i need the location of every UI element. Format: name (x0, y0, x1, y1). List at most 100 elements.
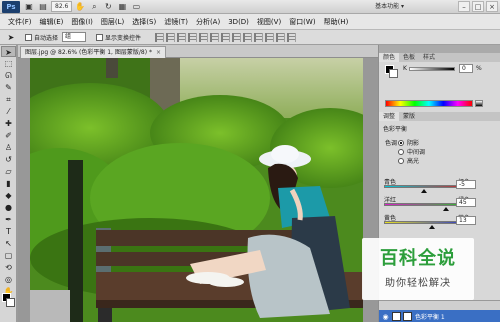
tone-shadows-option[interactable]: 阴影 (398, 138, 419, 147)
layer-mask-thumbnail[interactable] (403, 312, 412, 321)
eraser-tool-icon[interactable]: ▱ (1, 166, 16, 177)
distribute-bottom-icon[interactable] (243, 32, 253, 42)
maximize-button[interactable]: □ (472, 1, 484, 12)
align-buttons (155, 32, 298, 42)
path-selection-tool-icon[interactable]: ↖ (1, 238, 16, 249)
tab-adjustments[interactable]: 调整 (379, 112, 400, 121)
gradient-tool-icon[interactable]: ▮ (1, 178, 16, 189)
marquee-tool-icon[interactable]: ⬚ (1, 58, 16, 69)
magenta-green-thumb[interactable] (442, 207, 449, 211)
clone-stamp-tool-icon[interactable]: ♙ (1, 142, 16, 153)
align-top-icon[interactable] (155, 32, 165, 42)
watermark-title: 百科全说 (380, 248, 456, 269)
distribute-top-icon[interactable] (221, 32, 231, 42)
menu-window[interactable]: 窗口(W) (285, 17, 319, 27)
k-channel-value[interactable]: 0 (459, 64, 473, 73)
rotate-view-icon[interactable]: ↻ (102, 1, 114, 12)
tone-highlights-radio[interactable] (398, 157, 404, 164)
document-tab[interactable]: 图层.jpg @ 82.6% (色彩平衡 1, 图层蒙版/8) * × (20, 46, 166, 58)
lasso-tool-icon[interactable]: ᘏ (1, 70, 16, 81)
quick-select-tool-icon[interactable]: ✎ (1, 82, 16, 93)
hand-tool-icon[interactable]: ✋ (74, 1, 86, 12)
brush-tool-icon[interactable]: ✐ (1, 130, 16, 141)
bridge-icon[interactable]: ▣ (23, 1, 35, 12)
layer-row-color-balance[interactable]: ◉ 色彩平衡 1 (379, 310, 500, 322)
close-button[interactable]: × (486, 1, 498, 12)
cyan-red-thumb[interactable] (421, 189, 428, 193)
distribute-vcenter-icon[interactable] (232, 32, 242, 42)
menu-view[interactable]: 视图(V) (253, 17, 285, 27)
distribute-left-icon[interactable] (254, 32, 264, 42)
align-vcenter-icon[interactable] (166, 32, 176, 42)
menu-select[interactable]: 选择(S) (128, 17, 160, 27)
arrange-documents-icon[interactable]: ▦ (116, 1, 128, 12)
menu-analysis[interactable]: 分析(A) (192, 17, 224, 27)
3d-orbit-tool-icon[interactable]: ◎ (1, 274, 16, 285)
minimize-button[interactable]: – (458, 1, 470, 12)
distribute-hcenter-icon[interactable] (265, 32, 275, 42)
align-bottom-icon[interactable] (177, 32, 187, 42)
show-transform-checkbox[interactable] (96, 33, 104, 41)
healing-brush-tool-icon[interactable]: ✚ (1, 118, 16, 129)
move-tool-icon[interactable]: ➤ (1, 46, 16, 57)
background-color-swatch[interactable] (6, 298, 15, 307)
workspace-switcher[interactable]: 基本功能 ▾ (371, 1, 408, 12)
pen-tool-icon[interactable]: ✒ (1, 214, 16, 225)
move-tool-preset-icon[interactable]: ➤ (3, 32, 19, 43)
dodge-tool-icon[interactable]: ● (1, 202, 16, 213)
k-channel-label: K (403, 65, 407, 72)
site-watermark: 百科全说 助你轻松解决 (362, 238, 474, 300)
history-brush-tool-icon[interactable]: ↺ (1, 154, 16, 165)
magenta-green-value[interactable]: 45 (456, 198, 476, 207)
menu-3d[interactable]: 3D(D) (224, 18, 253, 26)
k-channel-slider[interactable] (409, 67, 455, 71)
yellow-blue-value[interactable]: 13 (456, 216, 476, 225)
layer-name[interactable]: 色彩平衡 1 (415, 312, 445, 321)
panel-dock-strip (379, 45, 500, 53)
adjustment-layer-thumbnail[interactable] (392, 312, 401, 321)
tab-color[interactable]: 颜色 (379, 53, 400, 62)
align-hcenter-icon[interactable] (199, 32, 209, 42)
tab-styles[interactable]: 样式 (419, 53, 439, 62)
type-tool-icon[interactable]: T (1, 226, 16, 237)
color-spectrum-ramp[interactable] (385, 100, 473, 107)
auto-select-checkbox[interactable] (25, 33, 32, 41)
menu-help[interactable]: 帮助(H) (320, 17, 353, 27)
menu-image[interactable]: 图像(I) (67, 17, 97, 27)
grayscale-ramp[interactable] (475, 100, 483, 107)
yellow-blue-thumb[interactable] (429, 225, 436, 229)
blur-tool-icon[interactable]: ◆ (1, 190, 16, 201)
tone-midtones-option[interactable]: 中间调 (398, 147, 425, 156)
tools-panel: ➤ ⬚ ᘏ ✎ ⌗ ⁄ ✚ ✐ ♙ ↺ ▱ ▮ ◆ ● ✒ T ↖ ▢ ⟲ ◎ … (0, 45, 17, 322)
screen-mode-icon[interactable]: ▭ (130, 1, 142, 12)
photoshop-logo: Ps (2, 0, 20, 13)
document-close-icon[interactable]: × (156, 49, 161, 56)
options-bar: ➤ 自动选择 组 显示变换控件 (0, 30, 500, 45)
menu-edit[interactable]: 编辑(E) (36, 17, 68, 27)
tone-midtones-radio[interactable] (398, 148, 404, 155)
3d-rotate-tool-icon[interactable]: ⟲ (1, 262, 16, 273)
menu-filter[interactable]: 滤镜(T) (160, 17, 192, 27)
tab-masks[interactable]: 蒙版 (399, 112, 419, 121)
align-right-icon[interactable] (210, 32, 220, 42)
zoom-level-select[interactable]: 82.6 (51, 1, 73, 12)
shape-tool-icon[interactable]: ▢ (1, 250, 16, 261)
auto-select-dropdown[interactable]: 组 (62, 32, 87, 42)
menu-file[interactable]: 文件(F) (4, 17, 36, 27)
tone-shadows-radio[interactable] (398, 139, 404, 146)
document-photo[interactable] (30, 58, 363, 322)
crop-tool-icon[interactable]: ⌗ (1, 94, 16, 105)
distribute-right-icon[interactable] (276, 32, 286, 42)
eyedropper-tool-icon[interactable]: ⁄ (1, 106, 16, 117)
menu-layer[interactable]: 图层(L) (97, 17, 128, 27)
auto-align-icon[interactable] (287, 32, 297, 42)
color-balance-title: 色彩平衡 (383, 126, 408, 133)
zoom-tool-icon[interactable]: ⌕ (88, 1, 100, 12)
mini-bridge-icon[interactable]: ▤ (37, 1, 49, 12)
eye-icon[interactable]: ◉ (381, 313, 390, 321)
tone-highlights-option[interactable]: 高光 (398, 156, 419, 165)
cyan-red-value[interactable]: -5 (456, 180, 476, 189)
align-left-icon[interactable] (188, 32, 198, 42)
tab-swatches[interactable]: 色板 (399, 53, 419, 62)
panel-background-swatch[interactable] (389, 69, 398, 78)
